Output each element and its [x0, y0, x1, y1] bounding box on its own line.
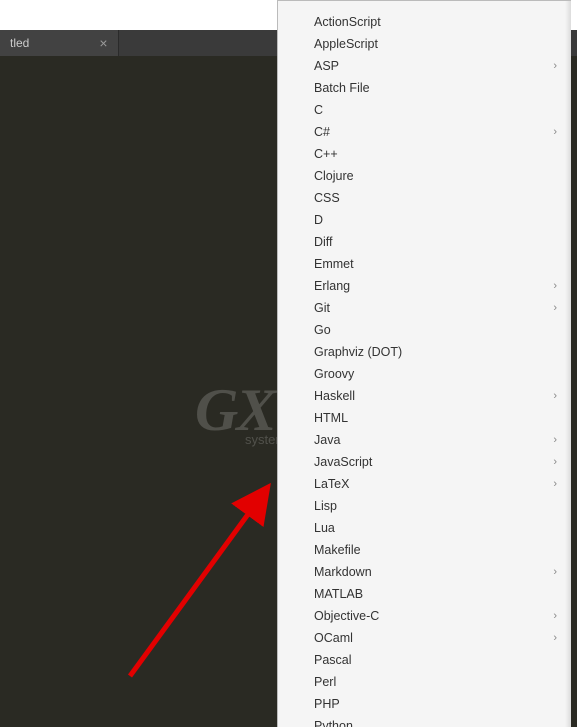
- menu-item-label: AppleScript: [314, 37, 378, 51]
- annotation-arrow: [100, 446, 300, 706]
- menu-item-javascript[interactable]: JavaScript ›: [278, 451, 571, 473]
- menu-item-applescript[interactable]: AppleScript: [278, 33, 571, 55]
- menu-item-java[interactable]: Java ›: [278, 429, 571, 451]
- menu-item-label: Graphviz (DOT): [314, 345, 402, 359]
- menu-item-c-[interactable]: C# ›: [278, 121, 571, 143]
- menu-item-label: LaTeX: [314, 477, 349, 491]
- menu-item-label: Markdown: [314, 565, 372, 579]
- menu-item-label: OCaml: [314, 631, 353, 645]
- menu-item-label: Haskell: [314, 389, 355, 403]
- menu-item-lisp[interactable]: Lisp: [278, 495, 571, 517]
- menu-item-label: HTML: [314, 411, 348, 425]
- menu-item-label: Go: [314, 323, 331, 337]
- chevron-right-icon: ›: [553, 478, 557, 490]
- menu-item-label: Batch File: [314, 81, 370, 95]
- menu-item-label: Lisp: [314, 499, 337, 513]
- menu-item-perl[interactable]: Perl: [278, 671, 571, 693]
- menu-item-graphviz-dot-[interactable]: Graphviz (DOT): [278, 341, 571, 363]
- menu-item-d[interactable]: D: [278, 209, 571, 231]
- scrollbar-hint: [565, 1, 571, 727]
- menu-item-objective-c[interactable]: Objective-C ›: [278, 605, 571, 627]
- chevron-right-icon: ›: [553, 390, 557, 402]
- menu-item-groovy[interactable]: Groovy: [278, 363, 571, 385]
- menu-item-c-[interactable]: C++: [278, 143, 571, 165]
- menu-item-label: Git: [314, 301, 330, 315]
- menu-item-label: Erlang: [314, 279, 350, 293]
- menu-item-c[interactable]: C: [278, 99, 571, 121]
- menu-item-label: C++: [314, 147, 338, 161]
- tab-title: tled: [10, 36, 29, 50]
- menu-item-markdown[interactable]: Markdown ›: [278, 561, 571, 583]
- chevron-right-icon: ›: [553, 60, 557, 72]
- menu-list: ActionScript AppleScript ASP › Batch File C C#…: [278, 1, 571, 727]
- chevron-right-icon: ›: [553, 126, 557, 138]
- menu-item-label: JavaScript: [314, 455, 372, 469]
- menu-item-label: Pascal: [314, 653, 352, 667]
- menu-item-label: ActionScript: [314, 15, 381, 29]
- menu-item-css[interactable]: CSS: [278, 187, 571, 209]
- chevron-right-icon: ›: [553, 456, 557, 468]
- menu-item-label: Objective-C: [314, 609, 379, 623]
- menu-item-lua[interactable]: Lua: [278, 517, 571, 539]
- syntax-dropdown: ActionScript AppleScript ASP › Batch File C C#…: [277, 0, 571, 727]
- menu-item-label: Perl: [314, 675, 336, 689]
- chevron-right-icon: ›: [553, 632, 557, 644]
- menu-item-label: Diff: [314, 235, 333, 249]
- menu-item-ocaml[interactable]: OCaml ›: [278, 627, 571, 649]
- menu-item-batch-file[interactable]: Batch File: [278, 77, 571, 99]
- watermark: GX system.: [195, 376, 274, 445]
- menu-item-haskell[interactable]: Haskell ›: [278, 385, 571, 407]
- menu-item-label: Clojure: [314, 169, 354, 183]
- menu-item-label: ASP: [314, 59, 339, 73]
- menu-item-go[interactable]: Go: [278, 319, 571, 341]
- menu-item-git[interactable]: Git ›: [278, 297, 571, 319]
- menu-item-label: Emmet: [314, 257, 354, 271]
- menu-item-makefile[interactable]: Makefile: [278, 539, 571, 561]
- menu-item-label: D: [314, 213, 323, 227]
- menu-item-label: Makefile: [314, 543, 361, 557]
- menu-item-label: Python: [314, 719, 353, 727]
- menu-item-label: C#: [314, 125, 330, 139]
- menu-item-php[interactable]: PHP: [278, 693, 571, 715]
- menu-item-latex[interactable]: LaTeX ›: [278, 473, 571, 495]
- menu-item-label: C: [314, 103, 323, 117]
- close-icon[interactable]: ×: [99, 36, 107, 50]
- menu-item-erlang[interactable]: Erlang ›: [278, 275, 571, 297]
- menu-item-pascal[interactable]: Pascal: [278, 649, 571, 671]
- menu-item-label: PHP: [314, 697, 340, 711]
- chevron-right-icon: ›: [553, 434, 557, 446]
- menu-item-label: Groovy: [314, 367, 354, 381]
- menu-item-diff[interactable]: Diff: [278, 231, 571, 253]
- watermark-text: GX: [195, 377, 274, 443]
- menu-item-html[interactable]: HTML: [278, 407, 571, 429]
- menu-item-actionscript[interactable]: ActionScript: [278, 11, 571, 33]
- chevron-right-icon: ›: [553, 566, 557, 578]
- menu-item-label: Lua: [314, 521, 335, 535]
- menu-item-matlab[interactable]: MATLAB: [278, 583, 571, 605]
- chevron-right-icon: ›: [553, 280, 557, 292]
- menu-item-asp[interactable]: ASP ›: [278, 55, 571, 77]
- chevron-right-icon: ›: [553, 302, 557, 314]
- chevron-right-icon: ›: [553, 610, 557, 622]
- menu-item-label: CSS: [314, 191, 340, 205]
- menu-item-label: MATLAB: [314, 587, 363, 601]
- menu-item-emmet[interactable]: Emmet: [278, 253, 571, 275]
- menu-item-label: Java: [314, 433, 340, 447]
- menu-item-clojure[interactable]: Clojure: [278, 165, 571, 187]
- menu-item-python[interactable]: Python: [278, 715, 571, 727]
- file-tab[interactable]: tled ×: [0, 30, 119, 56]
